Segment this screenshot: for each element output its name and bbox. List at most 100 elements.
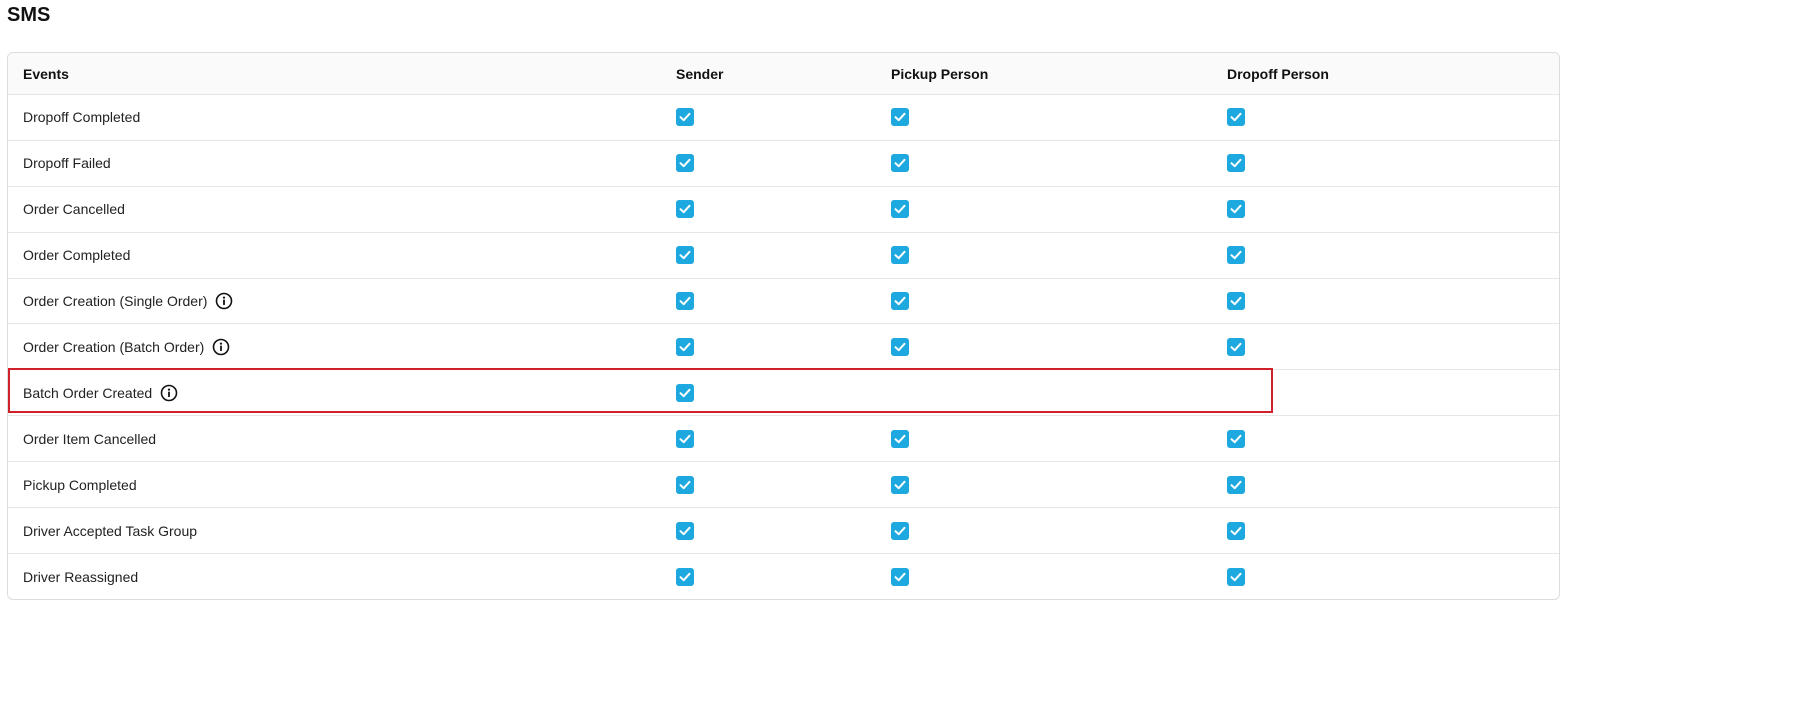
pickup-cell xyxy=(891,233,909,278)
dropoff-checkbox[interactable] xyxy=(1227,521,1245,540)
sender-checkbox[interactable] xyxy=(676,108,694,127)
table-row: Order Creation (Batch Order) xyxy=(8,325,1559,371)
sender-checkbox[interactable] xyxy=(676,429,694,448)
table-row: Order Cancelled xyxy=(8,187,1559,233)
sender-checkbox[interactable] xyxy=(676,475,694,494)
event-cell: Dropoff Completed xyxy=(23,95,140,140)
pickup-cell xyxy=(891,187,909,232)
checkmark-icon xyxy=(1230,205,1242,214)
table-row: Batch Order Created xyxy=(8,370,1559,417)
checkmark-icon xyxy=(1230,296,1242,306)
checkmark-icon xyxy=(1230,480,1242,489)
sender-checkbox[interactable] xyxy=(676,383,694,402)
checkmark-icon xyxy=(894,250,906,260)
dropoff-checkbox[interactable] xyxy=(1227,292,1245,311)
table-row: Pickup Completed xyxy=(8,462,1559,509)
event-cell: Driver Reassigned xyxy=(23,554,139,599)
dropoff-cell xyxy=(1227,325,1245,370)
event-label: Order Creation (Single Order) xyxy=(23,293,208,310)
pickup-cell xyxy=(891,141,909,186)
table-row: Dropoff Completed xyxy=(8,95,1559,141)
pickup-checkbox[interactable] xyxy=(891,567,909,586)
pickup-cell xyxy=(891,462,909,507)
table-row: Driver Reassigned xyxy=(8,554,1559,599)
event-cell: Pickup Completed xyxy=(23,462,137,507)
event-cell: Order Item Cancelled xyxy=(23,416,156,461)
table-row: Order Creation (Single Order) xyxy=(8,279,1559,325)
checkmark-icon xyxy=(679,388,691,398)
dropoff-checkbox[interactable] xyxy=(1227,200,1245,219)
sender-checkbox[interactable] xyxy=(676,292,694,311)
pickup-cell xyxy=(891,416,909,461)
checkmark-icon xyxy=(894,296,906,306)
checkmark-icon xyxy=(679,296,691,306)
event-cell: Driver Accepted Task Group xyxy=(23,508,197,553)
dropoff-cell xyxy=(1227,95,1245,140)
dropoff-cell xyxy=(1227,416,1245,461)
sender-cell xyxy=(676,462,694,507)
dropoff-cell xyxy=(1227,554,1245,599)
sender-checkbox[interactable] xyxy=(676,521,694,540)
sender-checkbox[interactable] xyxy=(676,246,694,265)
dropoff-checkbox[interactable] xyxy=(1227,246,1245,265)
dropoff-checkbox[interactable] xyxy=(1227,567,1245,586)
pickup-checkbox[interactable] xyxy=(891,429,909,448)
checkmark-icon xyxy=(894,113,906,122)
pickup-checkbox[interactable] xyxy=(891,200,909,219)
checkmark-icon xyxy=(679,572,691,582)
table-row: Order Completed xyxy=(8,233,1559,279)
sender-checkbox[interactable] xyxy=(676,567,694,586)
event-label: Order Completed xyxy=(23,247,131,264)
info-icon[interactable] xyxy=(212,338,230,356)
dropoff-checkbox[interactable] xyxy=(1227,154,1245,173)
event-label: Dropoff Failed xyxy=(23,155,111,172)
pickup-checkbox[interactable] xyxy=(891,246,909,265)
pickup-checkbox[interactable] xyxy=(891,154,909,173)
info-icon[interactable] xyxy=(160,384,178,402)
header-sender: Sender xyxy=(676,65,724,82)
checkmark-icon xyxy=(679,250,691,260)
checkmark-icon xyxy=(1230,113,1242,122)
pickup-cell xyxy=(891,325,909,370)
pickup-checkbox[interactable] xyxy=(891,337,909,356)
event-label: Order Cancelled xyxy=(23,201,125,218)
sender-checkbox[interactable] xyxy=(676,200,694,219)
pickup-checkbox[interactable] xyxy=(891,108,909,127)
header-dropoff-person: Dropoff Person xyxy=(1227,65,1329,82)
dropoff-checkbox[interactable] xyxy=(1227,108,1245,127)
sender-cell xyxy=(676,95,694,140)
checkmark-icon xyxy=(679,113,691,122)
checkmark-icon xyxy=(894,480,906,489)
dropoff-cell xyxy=(1227,462,1245,507)
checkmark-icon xyxy=(894,159,906,168)
header-events: Events xyxy=(23,65,69,82)
sender-checkbox[interactable] xyxy=(676,154,694,173)
sender-cell xyxy=(676,508,694,553)
sender-cell xyxy=(676,187,694,232)
sender-cell xyxy=(676,233,694,278)
checkmark-icon xyxy=(679,526,691,535)
pickup-checkbox[interactable] xyxy=(891,521,909,540)
checkmark-icon xyxy=(679,342,691,352)
info-icon[interactable] xyxy=(215,292,233,310)
pickup-checkbox[interactable] xyxy=(891,292,909,311)
dropoff-cell xyxy=(1227,279,1245,324)
event-label: Batch Order Created xyxy=(23,384,153,401)
sms-events-table: Events Sender Pickup Person Dropoff Pers… xyxy=(7,52,1560,600)
dropoff-cell xyxy=(1227,508,1245,553)
event-label: Pickup Completed xyxy=(23,476,137,493)
sender-cell xyxy=(676,370,694,415)
dropoff-cell xyxy=(1227,187,1245,232)
event-label: Driver Reassigned xyxy=(23,568,139,585)
sender-checkbox[interactable] xyxy=(676,337,694,356)
event-cell: Order Creation (Batch Order) xyxy=(23,325,230,370)
pickup-checkbox[interactable] xyxy=(891,475,909,494)
dropoff-checkbox[interactable] xyxy=(1227,429,1245,448)
table-header-row: Events Sender Pickup Person Dropoff Pers… xyxy=(8,53,1559,95)
checkmark-icon xyxy=(894,434,906,443)
dropoff-checkbox[interactable] xyxy=(1227,337,1245,356)
event-cell: Order Creation (Single Order) xyxy=(23,279,233,324)
sender-cell xyxy=(676,279,694,324)
pickup-cell xyxy=(891,95,909,140)
dropoff-checkbox[interactable] xyxy=(1227,475,1245,494)
